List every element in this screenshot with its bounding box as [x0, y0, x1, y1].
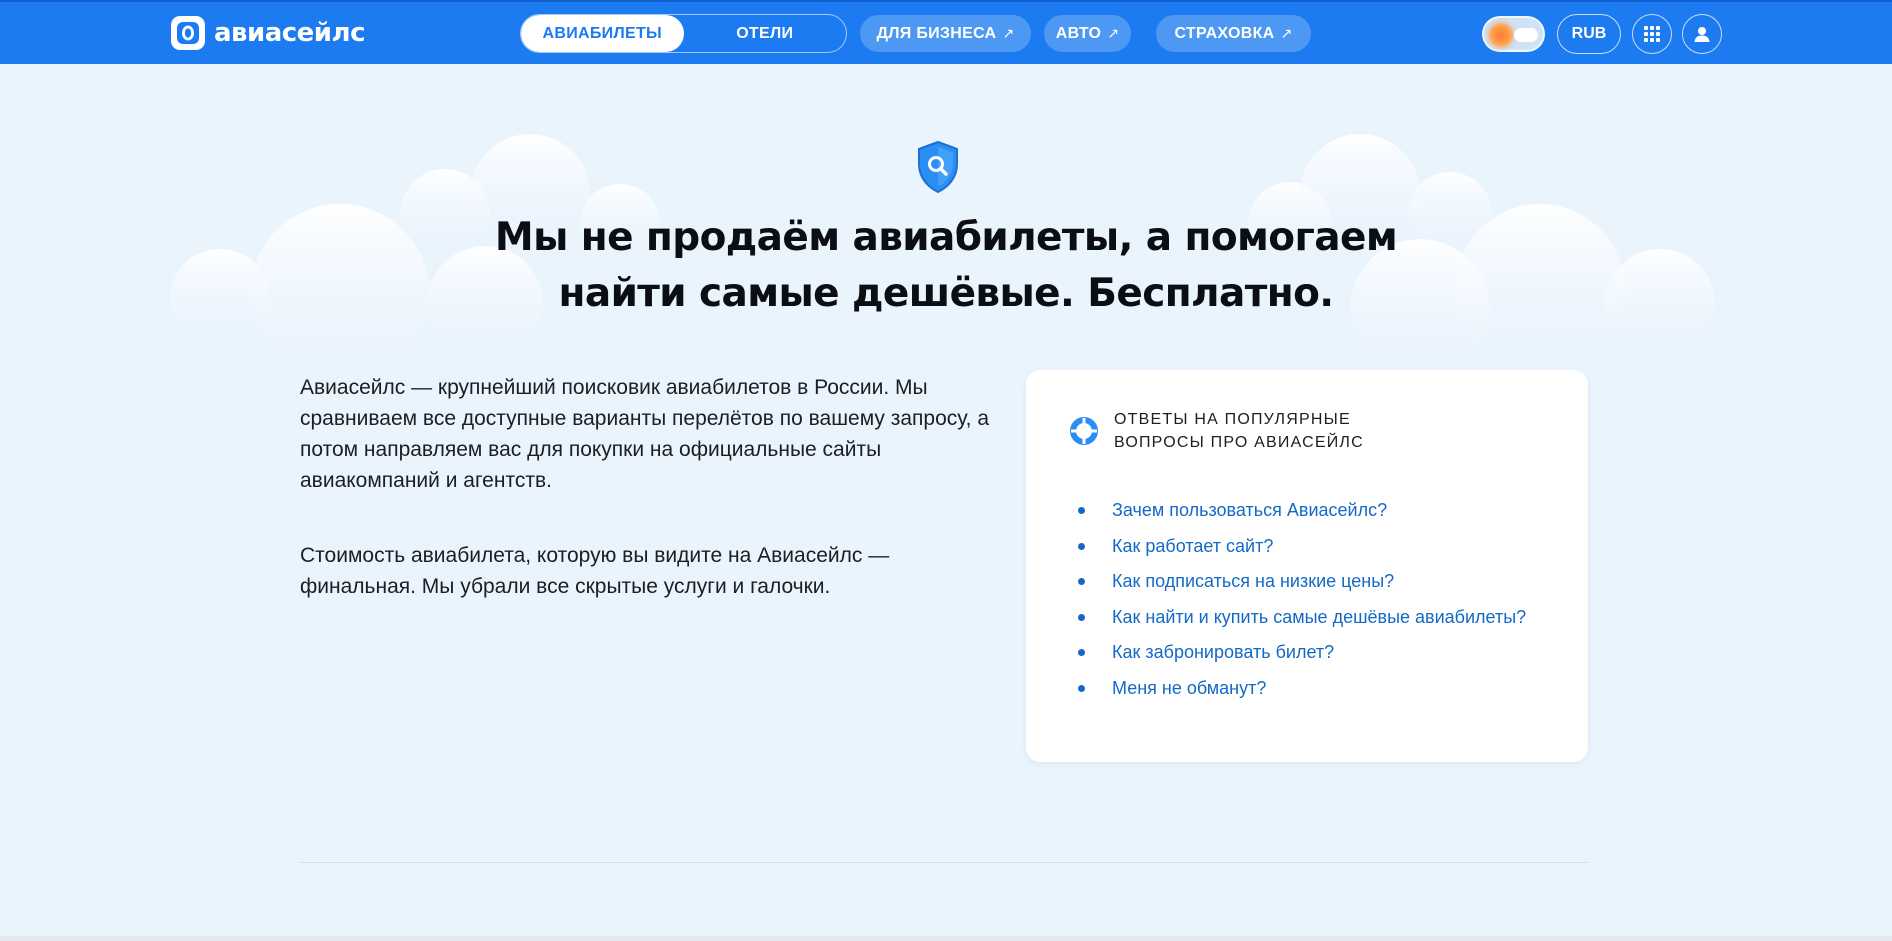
auto-link-label: АВТО [1055, 24, 1102, 42]
insurance-link[interactable]: СТРАХОВКА ↗ [1156, 15, 1311, 52]
intro-paragraph-2: Стоимость авиабилета, которую вы видите … [300, 544, 890, 598]
theme-toggle[interactable] [1482, 16, 1545, 52]
product-switcher: АВИАБИЛЕТЫ ОТЕЛИ [520, 14, 847, 53]
faq-title-line-2: ВОПРОСЫ ПРО АВИАСЕЙЛС [1114, 434, 1364, 451]
faq-link-why[interactable]: Зачем пользоваться Авиасейлс? [1112, 500, 1387, 521]
faq-item: Как работает сайт? [1078, 529, 1526, 565]
arrow-up-right-icon: ↗ [1107, 25, 1120, 41]
headline-line-2: найти самые дешёвые. Бесплатно. [558, 271, 1335, 316]
sun-icon [1489, 23, 1513, 47]
cloud-icon [1514, 28, 1538, 42]
bullet-icon [1078, 613, 1085, 621]
user-icon [1694, 27, 1710, 42]
faq-link-how-works[interactable]: Как работает сайт? [1112, 536, 1273, 557]
faq-item: Как подписаться на низкие цены? [1078, 564, 1526, 600]
logo-icon [171, 16, 205, 50]
apps-button[interactable] [1632, 14, 1672, 54]
faq-item: Меня не обманут? [1078, 671, 1526, 707]
faq-item: Как забронировать билет? [1078, 635, 1526, 671]
headline-line-1: Мы не продаём авиабилеты, а помогаем [494, 215, 1398, 260]
bullet-icon [1078, 684, 1085, 692]
faq-title: ОТВЕТЫ НА ПОПУЛЯРНЫЕ ВОПРОСЫ ПРО АВИАСЕЙ… [1114, 408, 1434, 454]
bottom-edge [0, 936, 1892, 941]
faq-title-line-1: ОТВЕТЫ НА ПОПУЛЯРНЫЕ [1114, 411, 1351, 428]
arrow-up-right-icon: ↗ [1002, 25, 1015, 41]
intro-paragraph-1: Авиасейлс — крупнейший поисковик авиабил… [300, 376, 990, 492]
bullet-icon [1078, 542, 1085, 550]
faq-item: Зачем пользоваться Авиасейлс? [1078, 493, 1526, 529]
faq-link-trust[interactable]: Меня не обманут? [1112, 678, 1266, 699]
top-nav-bar: авиасейлс АВИАБИЛЕТЫ ОТЕЛИ ДЛЯ БИЗНЕСА ↗… [0, 0, 1892, 64]
business-link-label: ДЛЯ БИЗНЕСА [876, 24, 997, 42]
page-headline: Мы не продаём авиабилеты, а помогаем най… [446, 210, 1446, 322]
intro-text: Авиасейлс — крупнейший поисковик авиабил… [300, 372, 1000, 646]
bullet-icon [1078, 578, 1085, 586]
faq-header: ОТВЕТЫ НА ПОПУЛЯРНЫЕ ВОПРОСЫ ПРО АВИАСЕЙ… [1070, 408, 1434, 454]
bullet-icon [1078, 507, 1085, 515]
arrow-up-right-icon: ↗ [1280, 25, 1293, 41]
faq-link-find-buy[interactable]: Как найти и купить самые дешёвые авиабил… [1112, 607, 1526, 628]
section-divider [300, 862, 1588, 863]
currency-button[interactable]: RUB [1557, 14, 1621, 54]
faq-link-book[interactable]: Как забронировать билет? [1112, 642, 1334, 663]
faq-link-subscribe[interactable]: Как подписаться на низкие цены? [1112, 571, 1394, 592]
profile-button[interactable] [1682, 14, 1722, 54]
auto-link[interactable]: АВТО ↗ [1044, 15, 1131, 52]
aviasales-logo[interactable]: авиасейлс [171, 15, 365, 51]
faq-item: Как найти и купить самые дешёвые авиабил… [1078, 600, 1526, 636]
faq-card: ОТВЕТЫ НА ПОПУЛЯРНЫЕ ВОПРОСЫ ПРО АВИАСЕЙ… [1026, 370, 1588, 762]
tab-hotels[interactable]: ОТЕЛИ [684, 15, 847, 52]
insurance-link-label: СТРАХОВКА [1174, 24, 1275, 42]
grid-icon [1644, 26, 1660, 42]
lifebuoy-icon [1070, 417, 1098, 445]
tab-flights[interactable]: АВИАБИЛЕТЫ [521, 15, 684, 52]
shield-search-icon [918, 140, 958, 194]
bullet-icon [1078, 649, 1085, 657]
logo-text: авиасейлс [214, 18, 365, 48]
business-link[interactable]: ДЛЯ БИЗНЕСА ↗ [860, 15, 1031, 52]
faq-list: Зачем пользоваться Авиасейлс? Как работа… [1078, 493, 1526, 706]
